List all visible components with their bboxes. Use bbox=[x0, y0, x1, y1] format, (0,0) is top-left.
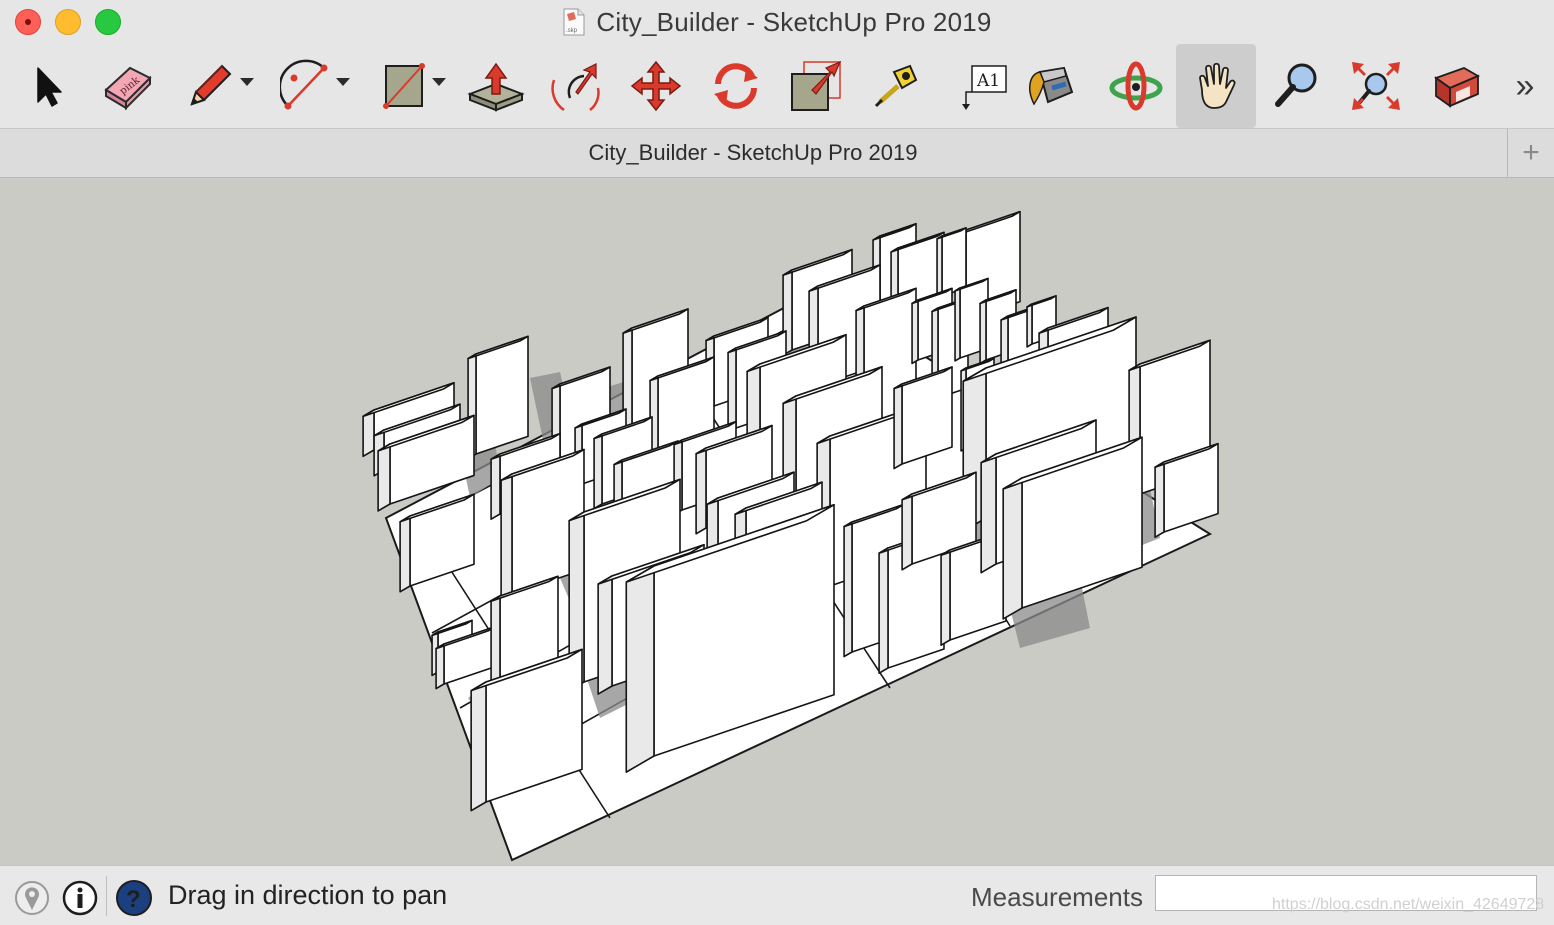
arc-icon bbox=[280, 59, 328, 110]
scale-tool-button[interactable] bbox=[776, 44, 856, 128]
doc-icon-label: .skp bbox=[566, 28, 578, 34]
paint-bucket-icon bbox=[1028, 66, 1074, 106]
zoom-extents-tool-button[interactable] bbox=[1336, 44, 1416, 128]
rotate-tool-button[interactable] bbox=[696, 44, 776, 128]
scale-icon bbox=[791, 60, 842, 111]
modeling-viewport[interactable] bbox=[0, 178, 1554, 865]
rotate-icon bbox=[714, 63, 758, 109]
status-bar: ? Drag in direction to pan Measurements … bbox=[0, 865, 1554, 925]
document-tab[interactable]: City_Builder - SketchUp Pro 2019 bbox=[0, 129, 1506, 177]
3d-warehouse-button[interactable] bbox=[1416, 44, 1496, 128]
geo-location-icon[interactable] bbox=[14, 880, 50, 916]
eraser-tool-button[interactable]: pink bbox=[88, 44, 168, 128]
eraser-icon: pink bbox=[104, 66, 152, 111]
plus-icon: + bbox=[1522, 136, 1540, 169]
tape-measure-icon bbox=[874, 64, 918, 108]
move-icon bbox=[630, 60, 682, 112]
info-icon[interactable] bbox=[62, 880, 98, 916]
select-tool-button[interactable] bbox=[8, 44, 88, 128]
offset-tool-button[interactable] bbox=[536, 44, 616, 128]
watermark-text: https://blog.csdn.net/weixin_42649728 bbox=[1272, 896, 1545, 913]
status-separator bbox=[106, 876, 107, 916]
rectangle-icon bbox=[383, 63, 425, 109]
rectangle-tool-button[interactable] bbox=[364, 44, 446, 128]
line-tool-dropdown-arrow[interactable] bbox=[240, 78, 254, 86]
zoom-tool-button[interactable] bbox=[1256, 44, 1336, 128]
arc-tool-dropdown-arrow[interactable] bbox=[336, 78, 350, 86]
text-tool-label: A1 bbox=[976, 71, 1000, 91]
orbit-tool-button[interactable] bbox=[1096, 44, 1176, 128]
large-tool-set-toolbar: pink A1 » bbox=[0, 44, 1554, 129]
magnifier-icon bbox=[1275, 63, 1317, 107]
pencil-icon bbox=[190, 64, 232, 106]
document-tab-label: City_Builder - SketchUp Pro 2019 bbox=[588, 140, 918, 165]
city-model-scene bbox=[362, 210, 1219, 862]
pan-tool-button[interactable] bbox=[1176, 44, 1256, 128]
new-tab-button[interactable]: + bbox=[1507, 129, 1554, 177]
window-title: City_Builder - SketchUp Pro 2019 bbox=[596, 6, 992, 37]
arc-tool-button[interactable] bbox=[268, 44, 350, 128]
overflow-chevron-icon: » bbox=[1515, 66, 1535, 105]
hand-icon bbox=[1199, 62, 1236, 109]
push-pull-tool-button[interactable] bbox=[456, 44, 536, 128]
text-icon: A1 bbox=[962, 65, 1007, 110]
zoom-extents-icon bbox=[1352, 62, 1400, 110]
line-tool-button[interactable] bbox=[168, 44, 254, 128]
status-message: Drag in direction to pan bbox=[168, 880, 448, 910]
help-icon[interactable]: ? bbox=[116, 880, 152, 916]
rectangle-tool-dropdown-arrow[interactable] bbox=[432, 78, 446, 86]
offset-icon bbox=[551, 63, 600, 112]
building bbox=[467, 335, 529, 460]
paint-bucket-tool-button[interactable] bbox=[1012, 44, 1092, 128]
tape-measure-tool-button[interactable] bbox=[856, 44, 936, 128]
orbit-icon bbox=[1109, 61, 1163, 111]
measurements-label: Measurements bbox=[971, 882, 1143, 912]
toolbar-overflow-button[interactable]: » bbox=[1496, 44, 1554, 128]
svg-text:?: ? bbox=[126, 886, 141, 913]
skp-document-icon: .skp bbox=[563, 8, 585, 36]
title-bar: .skp City_Builder - SketchUp Pro 2019 bbox=[0, 0, 1554, 44]
move-tool-button[interactable] bbox=[616, 44, 696, 128]
push-pull-icon bbox=[467, 62, 525, 112]
arrow-cursor-icon bbox=[37, 67, 62, 107]
warehouse-icon bbox=[1434, 67, 1481, 108]
text-tool-button[interactable]: A1 bbox=[940, 44, 1020, 128]
document-tab-bar: City_Builder - SketchUp Pro 2019 + bbox=[0, 129, 1554, 178]
